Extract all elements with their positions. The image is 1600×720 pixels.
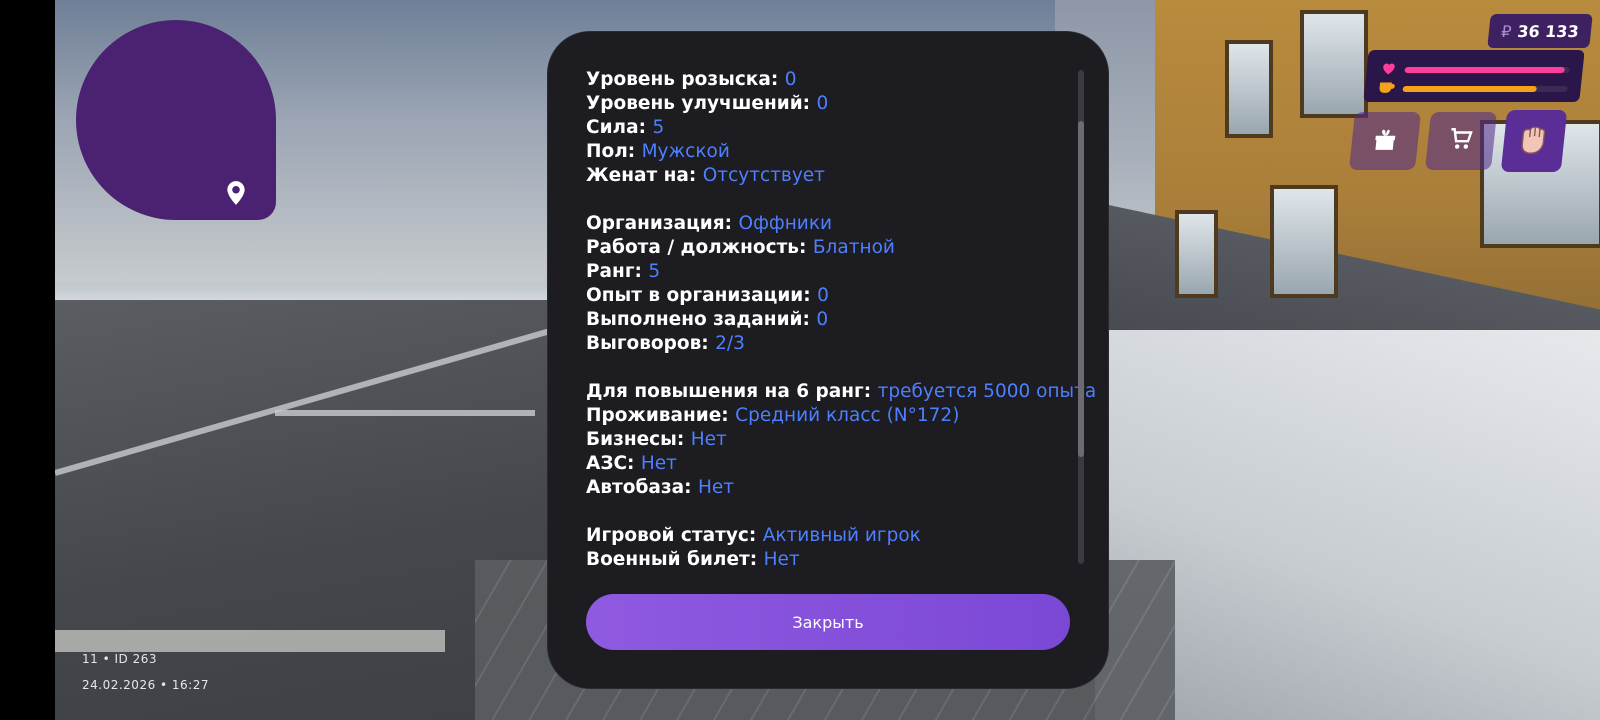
stat-value: Оффники xyxy=(738,213,833,234)
stat-value: Отсутствует xyxy=(702,165,825,186)
stat-label: Уровень розыска: xyxy=(586,69,779,90)
stat-row: Женат на: Отсутствует xyxy=(586,164,1056,188)
stat-row: Сила: 5 xyxy=(586,116,1056,140)
screen-left-edge xyxy=(0,0,55,720)
stat-row: Выговоров: 2/3 xyxy=(586,332,1056,356)
stat-row: Игровой статус: Активный игрок xyxy=(586,524,1056,548)
stat-row: АЗС: Нет xyxy=(586,452,1056,476)
stat-row: Работа / должность: Блатной xyxy=(586,236,1056,260)
stat-value: Мужской xyxy=(641,141,730,162)
money-value: 36 133 xyxy=(1516,21,1580,41)
stat-value: 2/3 xyxy=(715,333,745,354)
shop-button[interactable] xyxy=(1424,112,1498,170)
stat-value: Блатной xyxy=(812,237,895,258)
status-bars xyxy=(1363,50,1585,102)
stat-label: Автобаза: xyxy=(586,477,692,498)
stat-row: Для повышения на 6 ранг: требуется 5000 … xyxy=(586,380,1096,404)
stat-label: Ранг: xyxy=(586,261,642,282)
stat-value: 5 xyxy=(648,261,661,282)
stat-label: Выполнено заданий: xyxy=(586,309,810,330)
building-window xyxy=(1225,40,1273,138)
road-marking xyxy=(275,410,535,416)
money-counter: ₽ 36 133 xyxy=(1487,14,1593,48)
stat-value: 5 xyxy=(652,117,665,138)
hunger-row xyxy=(1378,79,1569,98)
stat-label: Организация: xyxy=(586,213,733,234)
stat-label: АЗС: xyxy=(586,453,635,474)
stat-value: Активный игрок xyxy=(762,525,921,546)
hunger-bar-fill xyxy=(1402,85,1537,92)
currency-symbol: ₽ xyxy=(1500,21,1513,41)
stat-value: требуется 5000 опыта xyxy=(877,381,1097,402)
stat-row: Пол: Мужской xyxy=(586,140,1056,164)
scrollbar-thumb[interactable] xyxy=(1078,120,1084,457)
stat-label: Выговоров: xyxy=(586,333,709,354)
stat-row: Проживание: Средний класс (N°172) xyxy=(586,404,1056,428)
stat-value: 0 xyxy=(784,69,797,90)
building-window xyxy=(1175,210,1218,298)
stat-label: Для повышения на 6 ранг: xyxy=(586,381,872,402)
stats-dialog: Уровень розыска: 0 Уровень улучшений: 0 Си… xyxy=(548,32,1108,688)
road-marking xyxy=(55,630,445,652)
stat-value: Нет xyxy=(697,477,735,498)
date-time: 24.02.2026 • 16:27 xyxy=(82,678,209,692)
stat-value: Нет xyxy=(690,429,727,450)
health-bar-fill xyxy=(1404,66,1566,73)
scrollbar[interactable] xyxy=(1078,70,1084,564)
cart-icon xyxy=(1446,126,1475,156)
stat-row: Ранг: 5 xyxy=(586,260,1056,284)
stat-row: Уровень улучшений: 0 xyxy=(586,92,1056,116)
stat-label: Уровень улучшений: xyxy=(586,93,811,114)
stat-value: 0 xyxy=(816,309,829,330)
location-pin-icon xyxy=(223,180,249,206)
stat-row: Организация: Оффники xyxy=(586,212,1056,236)
stats-list: Уровень розыска: 0 Уровень улучшений: 0 Си… xyxy=(586,68,1096,572)
gift-button[interactable] xyxy=(1348,112,1422,170)
stat-label: Сила: xyxy=(586,117,646,138)
stat-label: Бизнесы: xyxy=(586,429,685,450)
stat-label: Проживание: xyxy=(586,405,729,426)
building-window xyxy=(1300,10,1368,118)
hunger-bar xyxy=(1402,85,1569,92)
gift-icon xyxy=(1370,126,1399,156)
stat-label: Пол: xyxy=(586,141,636,162)
player-id-line: 11 • ID 263 xyxy=(82,652,157,666)
stat-value: Средний класс (N°172) xyxy=(735,405,960,426)
fist-icon xyxy=(1513,120,1555,162)
fist-weapon-button[interactable] xyxy=(1500,110,1568,172)
close-button[interactable]: Закрыть xyxy=(586,594,1070,650)
stat-value: 0 xyxy=(816,93,829,114)
stat-row: Выполнено заданий: 0 xyxy=(586,308,1056,332)
stat-label: Военный билет: xyxy=(586,549,758,570)
stat-row: Бизнесы: Нет xyxy=(586,428,1056,452)
health-row xyxy=(1380,60,1571,79)
stat-label: Женат на: xyxy=(586,165,697,186)
stat-row: Опыт в организации: 0 xyxy=(586,284,1056,308)
stat-row: Автобаза: Нет xyxy=(586,476,1056,500)
stat-value: 0 xyxy=(817,285,829,306)
building-window xyxy=(1270,185,1338,298)
stat-row: Уровень розыска: 0 xyxy=(586,68,1056,92)
stat-value: Нет xyxy=(763,549,800,570)
cup-icon xyxy=(1378,79,1396,98)
stat-label: Опыт в организации: xyxy=(586,285,811,306)
stat-label: Игровой статус: xyxy=(586,525,757,546)
stat-row: Военный билет: Нет xyxy=(586,548,1056,572)
stat-label: Работа / должность: xyxy=(586,237,807,258)
heart-icon xyxy=(1380,60,1398,79)
health-bar xyxy=(1404,66,1570,73)
stat-value: Нет xyxy=(640,453,677,474)
